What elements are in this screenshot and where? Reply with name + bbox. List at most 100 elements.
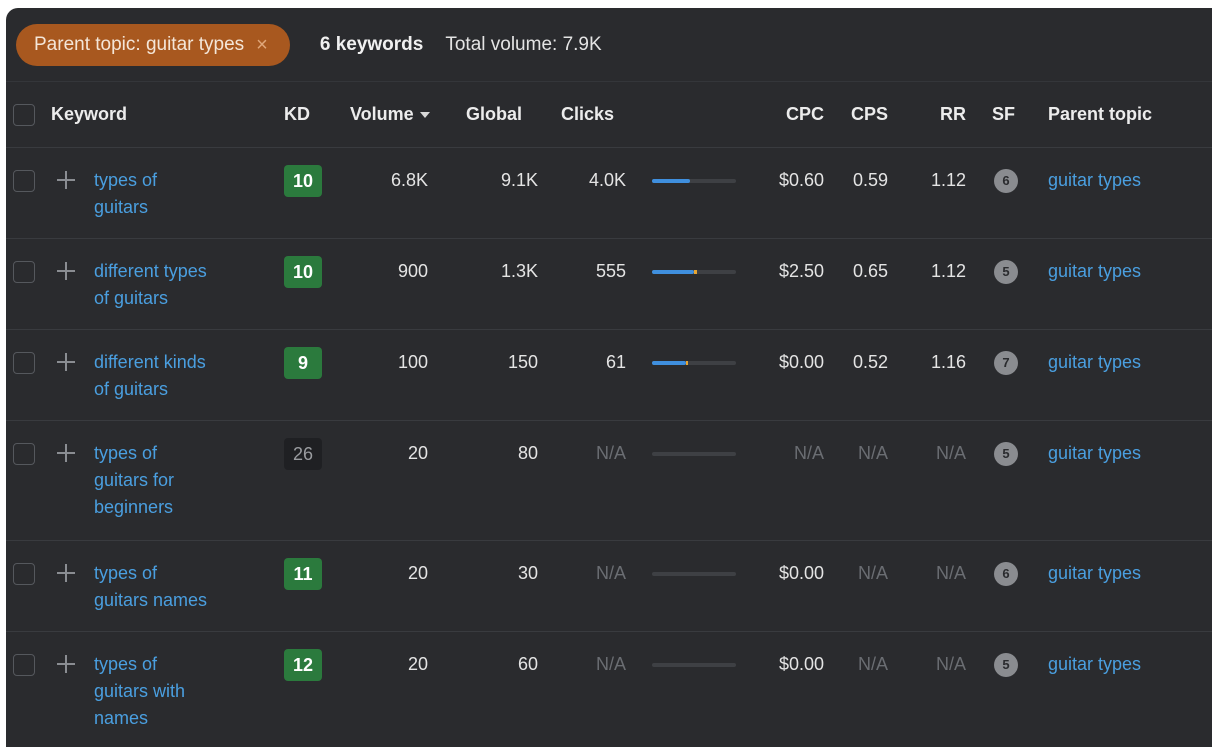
serp-features-badge[interactable]: 5 [994,260,1018,284]
parent-topic-link[interactable]: guitar types [1048,651,1141,678]
keyword-line: types of [94,443,158,463]
cps-value: 0.52 [852,352,888,372]
parent-topic-link[interactable]: guitar types [1048,349,1141,376]
global-value: 150 [507,352,538,372]
cpc-value: $2.50 [778,261,824,281]
row-checkbox[interactable] [13,170,35,192]
table-row: different kinds of guitars 9 100 150 61 $… [6,330,1212,421]
serp-features-badge[interactable]: 5 [994,442,1018,466]
parent-topic-filter-chip[interactable]: Parent topic: guitar types × [16,23,290,66]
cpc-value: $0.00 [778,654,824,674]
keyword-line: of guitars [94,379,169,399]
volume-value: 6.8K [390,170,428,190]
keyword-link[interactable]: different kinds of guitars [94,349,254,403]
column-header-cpc[interactable]: CPC [756,104,824,125]
add-keyword-icon[interactable] [57,444,75,462]
cps-value: N/A [857,563,888,583]
add-keyword-icon[interactable] [57,262,75,280]
column-header-keyword[interactable]: Keyword [51,104,127,125]
column-header-parent-topic[interactable]: Parent topic [1048,104,1152,125]
total-volume: Total volume: 7.9K [445,33,602,55]
kd-badge: 26 [284,438,322,470]
keyword-link[interactable]: types of guitars names [94,560,254,614]
volume-value: 20 [407,563,428,583]
cpc-value: $0.00 [778,352,824,372]
cpc-value: N/A [793,443,824,463]
column-header-sf[interactable]: SF [992,104,1015,125]
cpc-value: $0.60 [778,170,824,190]
clicks-value: 4.0K [588,170,626,190]
add-keyword-icon[interactable] [57,655,75,673]
kd-badge: 11 [284,558,322,590]
select-all-checkbox[interactable] [13,104,35,126]
add-keyword-icon[interactable] [57,353,75,371]
clicks-value: N/A [595,654,626,674]
clicks-bar [652,179,736,183]
column-header-rr[interactable]: RR [906,104,966,125]
keyword-line: types of [94,170,158,190]
volume-value: 20 [407,443,428,463]
column-header-clicks[interactable]: Clicks [561,104,614,125]
clicks-value: 61 [605,352,626,372]
serp-features-badge[interactable]: 6 [994,169,1018,193]
volume-value: 20 [407,654,428,674]
global-value: 9.1K [500,170,538,190]
table-row: types of guitars names 11 20 30 N/A $0.00… [6,541,1212,632]
cps-value: 0.59 [852,170,888,190]
keyword-line: different kinds [94,352,206,372]
column-header-volume[interactable]: Volume [350,104,430,125]
keyword-line: types of [94,563,158,583]
cpc-value: $0.00 [778,563,824,583]
keyword-line: beginners [94,497,174,517]
row-checkbox[interactable] [13,443,35,465]
kd-badge: 10 [284,165,322,197]
row-checkbox[interactable] [13,563,35,585]
row-checkbox[interactable] [13,654,35,676]
clicks-bar-paid [685,361,689,365]
clicks-value: 555 [595,261,626,281]
keywords-panel: Parent topic: guitar types × 6 keywords … [6,8,1212,747]
parent-topic-link[interactable]: guitar types [1048,560,1141,587]
table-row: types of guitars with names 12 20 60 N/A $… [6,632,1212,747]
keyword-line: of guitars [94,288,169,308]
table-row: different types of guitars 10 900 1.3K 55… [6,239,1212,330]
keyword-link[interactable]: different types of guitars [94,258,254,312]
rr-value: 1.16 [930,352,966,372]
global-value: 80 [517,443,538,463]
serp-features-badge[interactable]: 7 [994,351,1018,375]
table-body: types of guitars 10 6.8K 9.1K 4.0K $0.60 … [6,148,1212,747]
global-value: 1.3K [500,261,538,281]
row-checkbox[interactable] [13,352,35,374]
serp-features-badge[interactable]: 5 [994,653,1018,677]
keyword-line: guitars [94,197,149,217]
column-header-cps[interactable]: CPS [828,104,888,125]
serp-features-badge[interactable]: 6 [994,562,1018,586]
add-keyword-icon[interactable] [57,171,75,189]
column-header-kd[interactable]: KD [284,104,310,125]
add-keyword-icon[interactable] [57,564,75,582]
filter-chip-label: Parent topic: guitar types [34,33,245,55]
cps-value: N/A [857,443,888,463]
keyword-line: different types [94,261,207,281]
keyword-link[interactable]: types of guitars for beginners [94,440,254,521]
clicks-bar-organic [652,179,690,183]
column-header-global[interactable]: Global [466,104,522,125]
keyword-link[interactable]: types of guitars with names [94,651,254,732]
sort-desc-icon [419,112,430,119]
cps-value: 0.65 [852,261,888,281]
parent-topic-link[interactable]: guitar types [1048,167,1141,194]
row-checkbox[interactable] [13,261,35,283]
volume-header-label: Volume [350,104,414,124]
keyword-line: names [94,708,149,728]
close-icon[interactable]: × [256,35,268,55]
keyword-line: guitars for [94,470,175,490]
parent-topic-link[interactable]: guitar types [1048,440,1141,467]
keyword-link[interactable]: types of guitars [94,167,254,221]
table-row: types of guitars 10 6.8K 9.1K 4.0K $0.60 … [6,148,1212,239]
rr-value: N/A [935,563,966,583]
clicks-bar [652,663,736,667]
parent-topic-link[interactable]: guitar types [1048,258,1141,285]
clicks-bar [652,361,736,365]
table-header: Keyword KD Volume Global Clicks CPC CPS … [6,82,1212,148]
clicks-bar-organic [652,361,686,365]
